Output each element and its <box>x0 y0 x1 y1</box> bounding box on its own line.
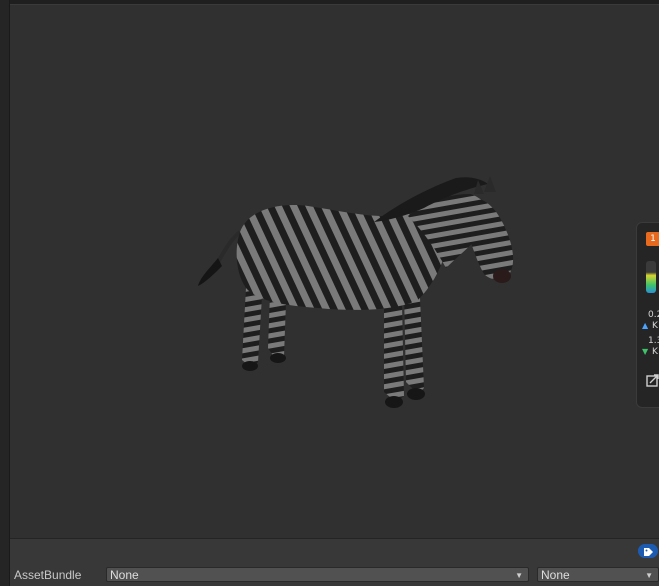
resize-icon[interactable] <box>646 373 659 387</box>
inspector-preview-window: 1 0.2 ▲ K 1.3 ▼ K AssetBundle None ▼ Non… <box>0 0 659 586</box>
arrow-up-icon: ▲ <box>642 321 649 330</box>
asset-bundle-variant-dropdown[interactable]: None ▼ <box>537 567 659 582</box>
level-meter-icon <box>646 261 656 293</box>
arrow-down-icon: ▼ <box>642 347 649 356</box>
left-gutter <box>0 0 10 586</box>
stat-top-value: 0.2 <box>648 310 659 320</box>
stat-bottom-value: 1.3 <box>648 336 659 346</box>
stat-top-unit: K <box>652 321 658 331</box>
chevron-down-icon: ▼ <box>515 571 523 580</box>
asset-bundle-variant-value: None <box>541 568 570 582</box>
asset-bundle-label: AssetBundle <box>14 568 82 582</box>
warning-badge-icon[interactable]: 1 <box>646 232 659 246</box>
tag-icon[interactable] <box>638 544 658 558</box>
model-preview-viewport[interactable] <box>10 5 659 538</box>
chevron-down-icon: ▼ <box>645 571 653 580</box>
asset-bundle-name-dropdown[interactable]: None ▼ <box>106 567 529 582</box>
zebra-model-preview[interactable] <box>188 170 528 415</box>
asset-bundle-bar: AssetBundle None ▼ None ▼ <box>10 538 659 586</box>
asset-bundle-name-value: None <box>110 568 139 582</box>
preview-stats-overlay: 1 0.2 ▲ K 1.3 ▼ K <box>636 222 659 408</box>
stat-bottom-unit: K <box>652 347 658 357</box>
